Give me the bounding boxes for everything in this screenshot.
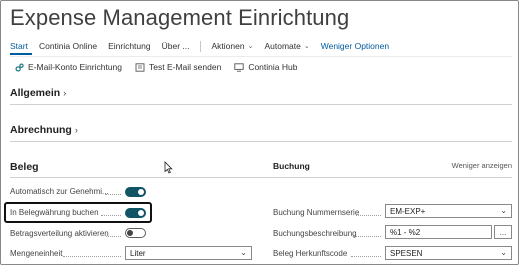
tab-ueber[interactable]: Über ...: [162, 41, 190, 51]
weniger-optionen-button[interactable]: Weniger Optionen: [321, 41, 389, 51]
nummernserie-value: EM-EXP+: [390, 206, 426, 216]
chevron-down-icon: ⌄: [303, 43, 310, 50]
buchungsbeschreibung-label: Buchungsbeschreibung: [273, 229, 357, 238]
promoted-actions: E-Mail-Konto Einrichtung Test E-Mail sen…: [15, 61, 310, 73]
automate-menu[interactable]: Automate ⌄: [264, 41, 309, 51]
section-divider: [10, 141, 512, 142]
highlight-box: [4, 202, 152, 223]
chevron-down-icon: ⌄: [247, 43, 254, 50]
nummernserie-label: Buchung Nummernserie: [273, 208, 360, 217]
mengeneinheit-select[interactable]: Liter ⌄: [125, 246, 252, 260]
page-frame: Expense Management Einrichtung Start Con…: [0, 0, 519, 265]
automate-label: Automate: [264, 41, 301, 51]
menu-separator: [200, 40, 202, 52]
section-allgemein[interactable]: Allgemein ›: [10, 87, 66, 99]
auto-genehmigung-label: Automatisch zur Genehmi...: [10, 187, 109, 196]
menu-divider: [10, 56, 512, 57]
betragsverteilung-label: Betragsverteilung aktivieren: [10, 229, 109, 238]
section-beleg[interactable]: Beleg: [10, 161, 39, 173]
section-beleg-label: Beleg: [10, 161, 39, 173]
document-icon: [135, 62, 145, 72]
herkunftscode-label: Beleg Herkunftscode: [273, 249, 348, 258]
toggle-knob: [138, 189, 144, 195]
tab-continia-online[interactable]: Continia Online: [39, 41, 97, 51]
mengeneinheit-value: Liter: [130, 248, 146, 258]
email-konto-button[interactable]: E-Mail-Konto Einrichtung: [15, 62, 122, 72]
betragsverteilung-toggle[interactable]: [125, 228, 146, 238]
section-abrechnung[interactable]: Abrechnung ›: [10, 124, 78, 136]
chevron-down-icon: ⌄: [240, 248, 247, 257]
active-tab-indicator: [10, 53, 32, 55]
tab-einrichtung[interactable]: Einrichtung: [108, 41, 151, 51]
buchungsbeschreibung-input[interactable]: %1 - %2: [385, 225, 492, 239]
monitor-icon: [234, 62, 244, 72]
section-abrechnung-label: Abrechnung: [10, 124, 72, 136]
mengeneinheit-label: Mengeneinheit: [10, 249, 63, 258]
section-allgemein-label: Allgemein: [10, 87, 61, 99]
weniger-anzeigen-link[interactable]: Weniger anzeigen: [452, 161, 512, 170]
field-dots: [356, 215, 381, 216]
test-email-button[interactable]: Test E-Mail senden: [135, 62, 221, 72]
lookup-button[interactable]: ...: [494, 225, 512, 239]
chevron-right-icon: ›: [63, 88, 67, 98]
herkunftscode-value: SPESEN: [390, 248, 423, 258]
action-menu-bar: Start Continia Online Einrichtung Über .…: [10, 39, 400, 53]
aktionen-label: Aktionen: [211, 41, 245, 51]
buchungsbeschreibung-value: %1 - %2: [390, 227, 421, 237]
page-title: Expense Management Einrichtung: [10, 5, 350, 30]
section-divider: [10, 177, 512, 178]
chevron-down-icon: ⌄: [500, 248, 507, 257]
chevron-down-icon: ⌄: [500, 206, 507, 215]
field-dots: [353, 236, 381, 237]
field-dots: [105, 194, 121, 195]
mouse-cursor-icon: [164, 161, 173, 174]
toggle-knob: [127, 230, 133, 236]
continia-hub-button[interactable]: Continia Hub: [234, 62, 297, 72]
test-email-label: Test E-Mail senden: [149, 62, 222, 72]
email-konto-label: E-Mail-Konto Einrichtung: [28, 62, 123, 72]
field-dots: [63, 256, 121, 257]
buchung-heading: Buchung: [273, 161, 310, 171]
continia-hub-label: Continia Hub: [248, 62, 298, 72]
field-dots: [106, 236, 121, 237]
herkunftscode-select[interactable]: SPESEN ⌄: [385, 246, 512, 260]
chevron-right-icon: ›: [74, 125, 78, 135]
section-divider: [10, 104, 512, 105]
gear-icon: [15, 63, 24, 72]
nummernserie-select[interactable]: EM-EXP+ ⌄: [385, 204, 512, 218]
field-dots: [351, 256, 381, 257]
aktionen-menu[interactable]: Aktionen ⌄: [211, 41, 253, 51]
auto-genehmigung-toggle[interactable]: [125, 187, 146, 197]
tab-start[interactable]: Start: [10, 41, 28, 51]
